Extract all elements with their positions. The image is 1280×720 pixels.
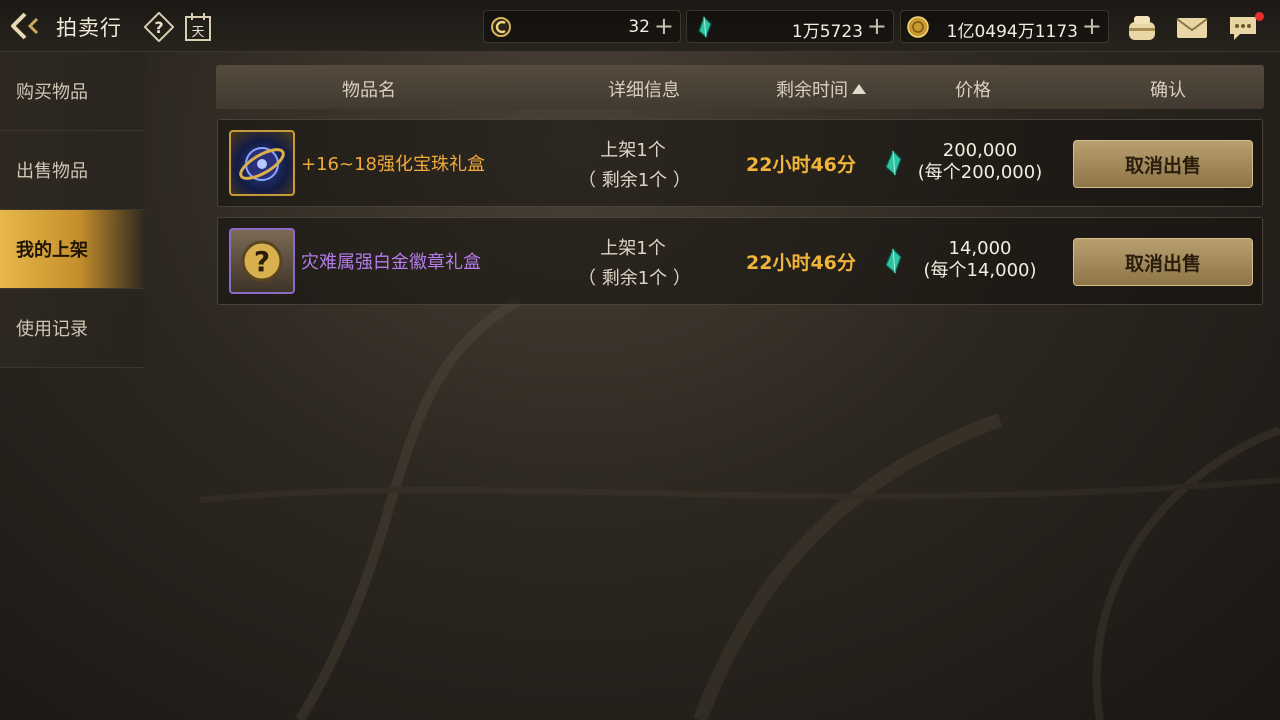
item-name: +16~18强化宝珠礼盒 [301, 154, 485, 175]
currency-gold-coin: 1亿0494万1173 + [900, 10, 1109, 43]
mail-icon [1176, 18, 1208, 38]
listed-count: 上架1个 [600, 140, 666, 161]
calendar-icon: 天 [185, 13, 211, 41]
cancel-sale-button[interactable]: 取消出售 [1073, 238, 1253, 286]
svg-text:?: ? [254, 245, 270, 278]
sidebar: 购买物品 出售物品 我的上架 使用记录 [0, 52, 145, 368]
gold-coin-icon [907, 16, 929, 38]
listing-row: +16~18强化宝珠礼盒 上架1个 （ 剩余1个 ） 22小时46分 200,0… [217, 119, 1263, 207]
column-header-name: 物品名 [342, 80, 396, 101]
price: 14,000 (每个14,000) [910, 238, 1050, 282]
inventory-button[interactable] [1124, 10, 1160, 44]
column-header-time-label: 剩余时间 [776, 80, 848, 101]
c-coin-icon [491, 17, 511, 37]
sort-ascending-icon [852, 84, 866, 94]
pouch-icon [1129, 16, 1155, 40]
column-header-detail: 详细信息 [608, 80, 680, 101]
page-title: 拍卖行 [56, 16, 122, 40]
listing-detail: 上架1个 （ 剩余1个 ） [578, 136, 691, 196]
remaining-count: （ 剩余1个 ） [578, 268, 691, 289]
currency-green-gem: 1万5723 + [686, 10, 894, 43]
sidebar-item-sell[interactable]: 出售物品 [0, 131, 145, 210]
sidebar-item-buy[interactable]: 购买物品 [0, 52, 145, 131]
orb-gift-box-icon [229, 130, 295, 196]
remaining-count: （ 剩余1个 ） [578, 170, 691, 191]
currency-value: 1万5723 [791, 22, 863, 42]
back-arrow-icon [11, 12, 39, 40]
mail-button[interactable] [1174, 10, 1210, 44]
listed-count: 上架1个 [600, 238, 666, 259]
column-header-time[interactable]: 剩余时间 [776, 76, 866, 102]
notification-dot [1255, 12, 1264, 21]
add-currency-button[interactable]: + [1082, 13, 1102, 39]
currency-value: 1亿0494万1173 [946, 22, 1078, 42]
add-currency-button[interactable]: + [654, 13, 674, 39]
back-button[interactable] [8, 9, 44, 43]
unit-price: (每个14,000) [923, 260, 1037, 281]
help-icon: ? [143, 11, 175, 43]
sidebar-item-history[interactable]: 使用记录 [0, 289, 145, 368]
svg-text:?: ? [154, 18, 163, 37]
calendar-button[interactable]: 天 [184, 12, 212, 42]
green-gem-icon [885, 150, 902, 176]
total-price: 200,000 [942, 140, 1018, 161]
column-header-confirm: 确认 [1150, 80, 1186, 101]
chat-button[interactable] [1226, 10, 1264, 44]
listing-row: ? 灾难属强白金徽章礼盒 上架1个 （ 剩余1个 ） 22小时46分 14,00… [217, 217, 1263, 305]
cancel-sale-button[interactable]: 取消出售 [1073, 140, 1253, 188]
add-currency-button[interactable]: + [867, 13, 887, 39]
orb-icon [239, 147, 285, 181]
remaining-time: 22小时46分 [746, 252, 856, 274]
svg-text:天: 天 [191, 25, 204, 40]
total-price: 14,000 [948, 238, 1012, 259]
green-gem-icon [885, 248, 902, 274]
remaining-time: 22小时46分 [746, 154, 856, 176]
mystery-gift-box-icon: ? [229, 228, 295, 294]
currency-c-coin: 32 + [483, 10, 681, 43]
question-mark-icon: ? [241, 240, 283, 282]
sidebar-item-my-listings[interactable]: 我的上架 [0, 210, 145, 289]
currency-value: 32 [628, 17, 650, 37]
unit-price: (每个200,000) [917, 162, 1043, 183]
listing-detail: 上架1个 （ 剩余1个 ） [578, 234, 691, 294]
top-bar: 拍卖行 ? 天 32 + 1万5723 + 1亿0494万1173 + [0, 0, 1280, 52]
table-header: 物品名 详细信息 剩余时间 价格 确认 [216, 65, 1264, 109]
help-button[interactable]: ? [143, 11, 175, 43]
item-name: 灾难属强白金徽章礼盒 [301, 252, 481, 273]
price: 200,000 (每个200,000) [910, 140, 1050, 184]
green-gem-icon [698, 16, 712, 38]
column-header-price: 价格 [955, 80, 991, 101]
